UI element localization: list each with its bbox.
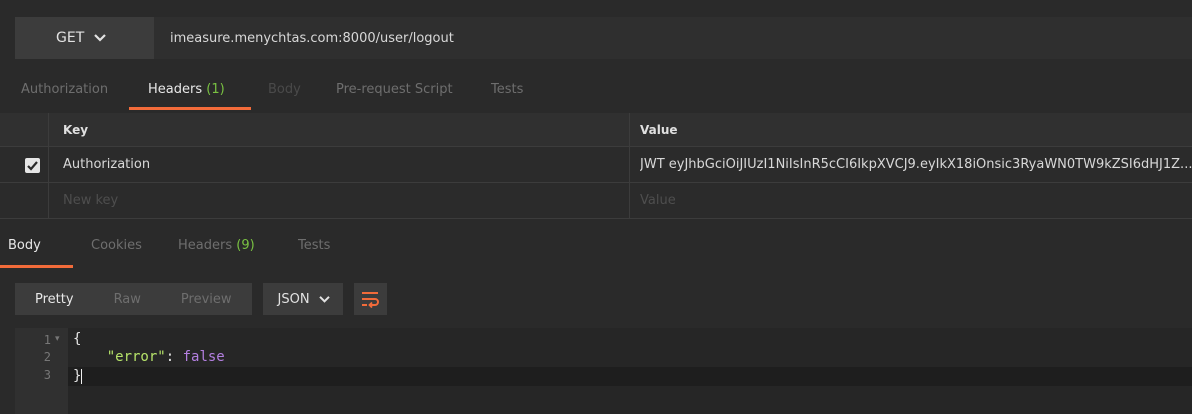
- method-dropdown[interactable]: GET: [15, 17, 154, 59]
- tab-cookies[interactable]: Cookies: [91, 238, 142, 253]
- url-input[interactable]: imeasure.menychtas.com:8000/user/logout: [154, 17, 1192, 59]
- wrap-lines-icon: [362, 292, 379, 308]
- table-row-new: New key Value: [0, 183, 1192, 219]
- format-label: JSON: [277, 291, 310, 307]
- tab-label: Body: [8, 238, 41, 253]
- tab-label: Headers: [178, 238, 233, 253]
- code-line: }: [73, 368, 83, 384]
- tab-label: Tests: [491, 82, 524, 97]
- line-number: 3: [43, 368, 51, 382]
- response-body-editor[interactable]: 1 ▾ 2 3 { "error": false }: [15, 328, 1192, 414]
- headers-table: Key Value Authorization JWT eyJhbGciOiJI…: [0, 113, 1192, 221]
- json-colon: :: [165, 349, 183, 365]
- new-key-input[interactable]: New key: [63, 183, 118, 218]
- tab-headers[interactable]: Headers (1): [148, 82, 225, 97]
- active-tab-indicator: [0, 265, 73, 268]
- view-pretty-button[interactable]: Pretty: [15, 283, 94, 315]
- active-tab-indicator: [129, 107, 251, 110]
- tab-response-tests[interactable]: Tests: [298, 238, 330, 253]
- response-tabs: Body Cookies Headers (9) Tests: [0, 228, 1192, 270]
- tab-response-body[interactable]: Body: [8, 238, 41, 253]
- request-url-bar: GET imeasure.menychtas.com:8000/user/log…: [15, 17, 1192, 59]
- url-text: imeasure.menychtas.com:8000/user/logout: [170, 30, 454, 46]
- table-row: Authorization JWT eyJhbGciOiJIUzI1NiIsIn…: [0, 147, 1192, 183]
- active-line-highlight: [68, 367, 1192, 386]
- tab-label: Cookies: [91, 238, 142, 253]
- tab-tests[interactable]: Tests: [491, 82, 523, 97]
- code-line: "error": false: [73, 349, 225, 365]
- tab-count: (1): [206, 82, 225, 97]
- chevron-down-icon: [94, 34, 107, 42]
- json-key: "error": [106, 349, 166, 365]
- format-dropdown[interactable]: JSON: [262, 283, 343, 315]
- tab-label: Body: [268, 82, 301, 97]
- line-number: 1: [43, 333, 51, 347]
- json-brace: {: [73, 331, 82, 347]
- text-cursor: [81, 368, 83, 384]
- line-number: 2: [43, 350, 51, 364]
- header-value-cell[interactable]: JWT eyJhbGciOiJIUzI1NiIsInR5cCI6IkpXVCJ9…: [640, 147, 1192, 182]
- tab-pre-request-script[interactable]: Pre-request Script: [336, 82, 453, 97]
- fold-arrow-icon[interactable]: ▾: [55, 334, 60, 344]
- tab-label: Tests: [298, 238, 331, 253]
- view-mode-toggle: Pretty Raw Preview: [15, 283, 252, 315]
- tab-count: (9): [236, 238, 255, 253]
- tab-label: Headers: [148, 82, 203, 97]
- request-tabs: Authorization Headers (1) Body Pre-reque…: [0, 72, 1192, 112]
- tab-label: Pre-request Script: [336, 82, 453, 97]
- tab-response-headers[interactable]: Headers (9): [178, 238, 255, 253]
- new-value-input[interactable]: Value: [640, 183, 676, 218]
- tab-label: Authorization: [21, 82, 109, 97]
- table-header-row: Key Value: [0, 113, 1192, 147]
- checkbox-checked-icon[interactable]: [25, 158, 40, 173]
- chevron-down-icon: [318, 295, 330, 303]
- view-preview-button[interactable]: Preview: [160, 283, 252, 315]
- key-column-header: Key: [63, 122, 89, 137]
- response-toolbar: Pretty Raw Preview JSON: [15, 283, 387, 315]
- wrap-lines-button[interactable]: [353, 283, 387, 315]
- value-column-header: Value: [640, 122, 678, 137]
- json-brace: }: [73, 368, 82, 384]
- code-line: {: [73, 331, 81, 347]
- header-key-cell[interactable]: Authorization: [63, 147, 150, 182]
- view-raw-button[interactable]: Raw: [93, 283, 161, 315]
- line-number-gutter: 1 ▾ 2 3: [15, 328, 68, 414]
- json-value: false: [182, 349, 225, 365]
- method-label: GET: [56, 30, 85, 46]
- tab-body[interactable]: Body: [268, 82, 301, 97]
- tab-authorization[interactable]: Authorization: [21, 82, 108, 97]
